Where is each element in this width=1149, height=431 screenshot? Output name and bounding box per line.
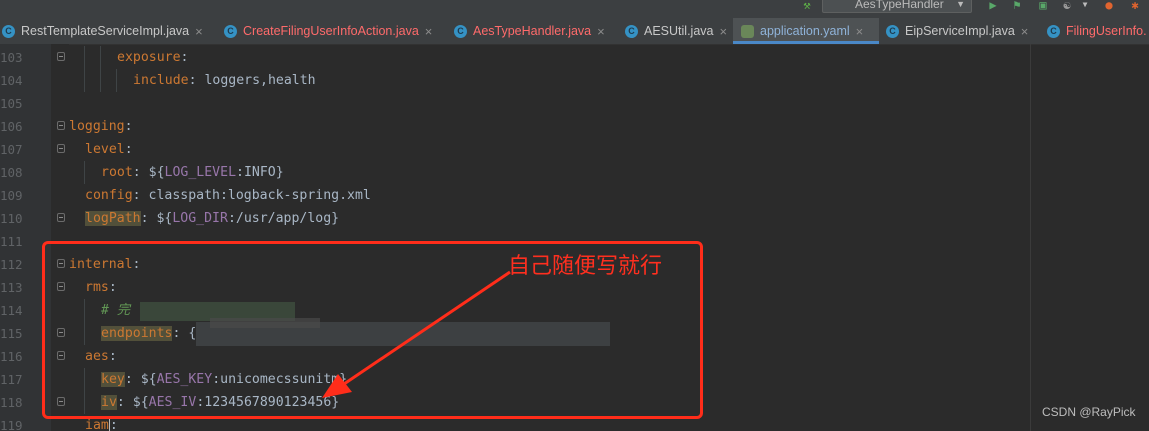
annotation-arrow-icon bbox=[322, 270, 511, 398]
annotation-label: 自己随便写就行 bbox=[508, 254, 663, 279]
ide-window: ⚒ AesTypeHandler ▼ ▶ ⚑ ▣ ☯ ▼ ● ✱ C RestT… bbox=[0, 0, 1149, 431]
watermark: CSDN @RayPick bbox=[1042, 405, 1136, 419]
